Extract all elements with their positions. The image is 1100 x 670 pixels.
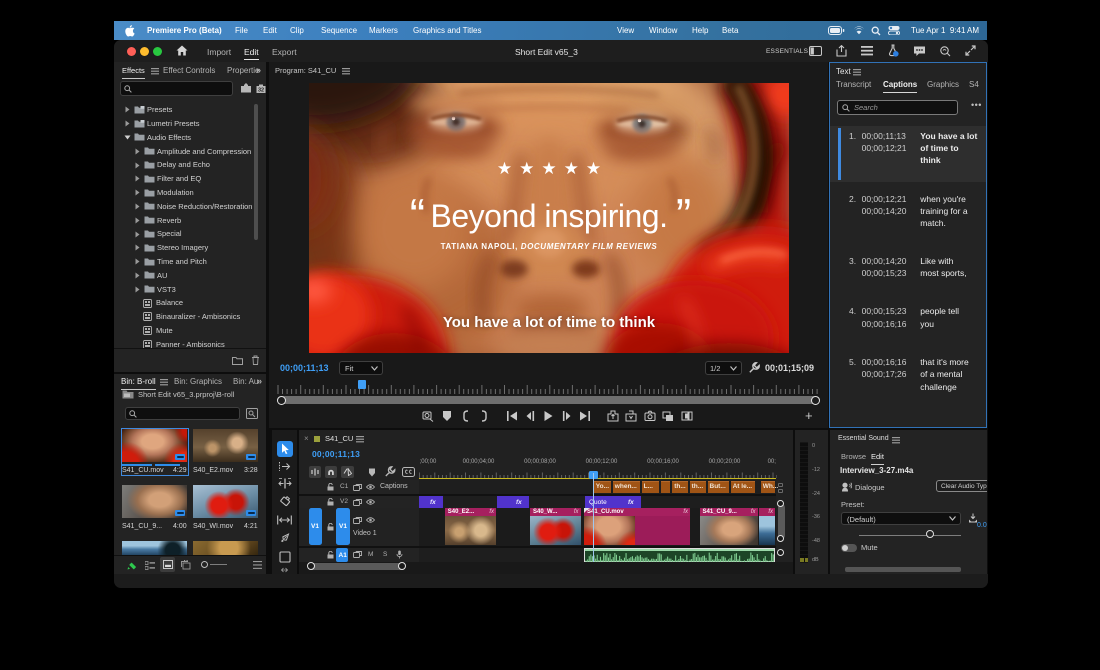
svg-text:32: 32 (258, 88, 264, 94)
